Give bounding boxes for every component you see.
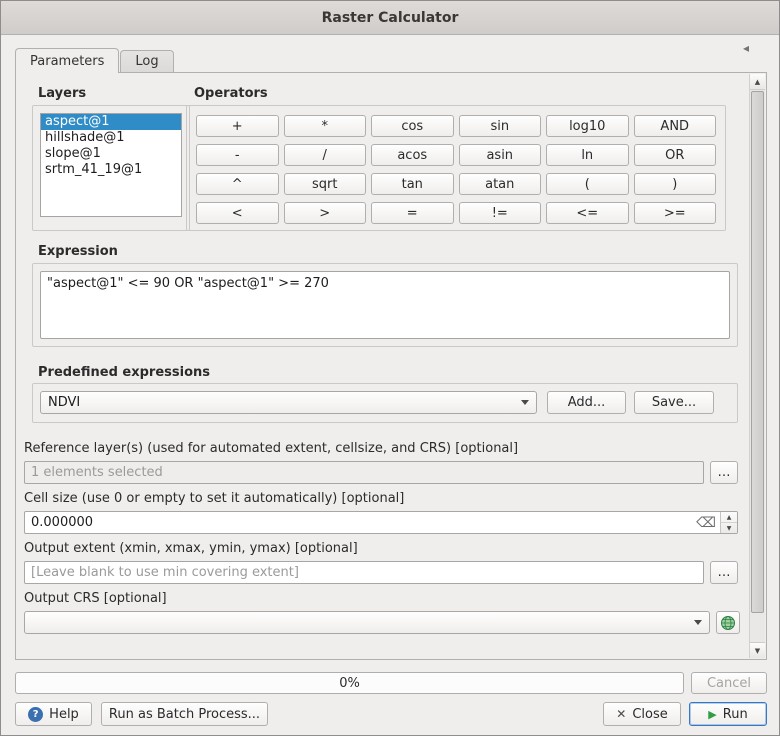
save-expression-label: Save... <box>652 395 696 410</box>
close-label: Close <box>632 707 667 722</box>
spin-down-icon[interactable]: ▼ <box>721 522 737 533</box>
output-extent-browse-button[interactable]: … <box>710 561 738 584</box>
operators-group-label: Operators <box>194 86 268 101</box>
reference-layers-field[interactable]: 1 elements selected <box>24 461 704 484</box>
cancel-label: Cancel <box>707 676 751 691</box>
operator-button-asin[interactable]: asin <box>459 144 542 166</box>
scroll-down-icon[interactable]: ▼ <box>750 642 765 658</box>
tab-scroll-left-icon[interactable]: ◂ <box>743 41 749 55</box>
raster-calculator-dialog: Raster Calculator Parameters Log ◂ Layer… <box>0 0 780 736</box>
layer-item[interactable]: aspect@1 <box>41 114 181 130</box>
ellipsis-icon: … <box>718 565 731 580</box>
operator-button-or[interactable]: OR <box>634 144 717 166</box>
run-button[interactable]: ▶ Run <box>689 702 767 726</box>
layer-item[interactable]: hillshade@1 <box>41 130 181 146</box>
output-crs-combobox[interactable] <box>24 611 710 634</box>
vertical-scrollbar[interactable]: ▲ ▼ <box>749 74 765 658</box>
predefined-group-label: Predefined expressions <box>38 365 210 380</box>
tab-log[interactable]: Log <box>120 50 173 72</box>
crs-globe-icon <box>720 615 736 631</box>
predefined-expressions-combobox[interactable]: NDVI <box>40 391 537 414</box>
titlebar[interactable]: Raster Calculator <box>1 1 779 35</box>
operator-button-power[interactable]: ^ <box>196 173 279 195</box>
operator-button-acos[interactable]: acos <box>371 144 454 166</box>
layers-list[interactable]: aspect@1 hillshade@1 slope@1 srtm_41_19@… <box>40 113 182 217</box>
close-button[interactable]: ✕ Close <box>603 702 681 726</box>
operator-button-less-than[interactable]: < <box>196 202 279 224</box>
window-title: Raster Calculator <box>322 10 459 26</box>
select-crs-button[interactable] <box>716 611 740 634</box>
operator-button-tan[interactable]: tan <box>371 173 454 195</box>
reference-layers-value: 1 elements selected <box>31 465 163 480</box>
add-expression-button[interactable]: Add... <box>547 391 626 414</box>
layer-item[interactable]: slope@1 <box>41 146 181 162</box>
operator-button-atan[interactable]: atan <box>459 173 542 195</box>
chevron-down-icon <box>694 620 702 625</box>
operator-button-minus[interactable]: - <box>196 144 279 166</box>
run-as-batch-process-label: Run as Batch Process... <box>109 707 260 722</box>
tab-parameters[interactable]: Parameters <box>15 48 119 73</box>
operator-button-greater-equal[interactable]: >= <box>634 202 717 224</box>
cell-size-value: 0.000000 <box>31 515 93 530</box>
clear-icon[interactable]: ⌫ <box>692 515 720 531</box>
reference-layers-browse-button[interactable]: … <box>710 461 738 484</box>
operator-button-log10[interactable]: log10 <box>546 115 629 137</box>
help-label: Help <box>49 707 79 722</box>
cancel-button: Cancel <box>691 672 767 694</box>
help-icon: ? <box>28 707 43 722</box>
operator-button-ln[interactable]: ln <box>546 144 629 166</box>
spin-up-icon[interactable]: ▲ <box>721 512 737 522</box>
reference-layers-label: Reference layer(s) (used for automated e… <box>24 441 518 456</box>
operator-button-sqrt[interactable]: sqrt <box>284 173 367 195</box>
chevron-down-icon <box>521 400 529 405</box>
save-expression-button[interactable]: Save... <box>634 391 714 414</box>
progress-value: 0% <box>339 676 360 691</box>
operator-button-and[interactable]: AND <box>634 115 717 137</box>
add-expression-label: Add... <box>568 395 606 410</box>
predefined-selected-value: NDVI <box>48 395 80 410</box>
expression-text: "aspect@1" <= 90 OR "aspect@1" >= 270 <box>41 272 729 295</box>
expression-editor[interactable]: "aspect@1" <= 90 OR "aspect@1" >= 270 <box>40 271 730 339</box>
operator-button-greater-than[interactable]: > <box>284 202 367 224</box>
operator-button-open-paren[interactable]: ( <box>546 173 629 195</box>
tab-parameters-label: Parameters <box>30 54 104 69</box>
operator-button-sin[interactable]: sin <box>459 115 542 137</box>
operator-button-multiply[interactable]: * <box>284 115 367 137</box>
run-icon: ▶ <box>708 708 716 721</box>
layer-item[interactable]: srtm_41_19@1 <box>41 162 181 178</box>
expression-group-label: Expression <box>38 244 118 259</box>
operator-button-equals[interactable]: = <box>371 202 454 224</box>
run-as-batch-process-button[interactable]: Run as Batch Process... <box>101 702 268 726</box>
operator-button-close-paren[interactable]: ) <box>634 173 717 195</box>
run-label: Run <box>723 707 748 722</box>
tabbar: Parameters Log <box>15 48 175 72</box>
tab-log-label: Log <box>135 54 158 69</box>
cell-size-label: Cell size (use 0 or empty to set it auto… <box>24 491 404 506</box>
operator-button-plus[interactable]: + <box>196 115 279 137</box>
output-extent-label: Output extent (xmin, xmax, ymin, ymax) [… <box>24 541 358 556</box>
operator-button-cos[interactable]: cos <box>371 115 454 137</box>
parameters-panel: Layers aspect@1 hillshade@1 slope@1 srtm… <box>15 72 767 660</box>
output-crs-label: Output CRS [optional] <box>24 591 167 606</box>
operator-button-divide[interactable]: / <box>284 144 367 166</box>
cell-size-spinbox[interactable]: 0.000000 ⌫ ▲ ▼ <box>24 511 738 534</box>
output-extent-input[interactable] <box>24 561 704 584</box>
progress-bar: 0% <box>15 672 684 694</box>
scroll-up-icon[interactable]: ▲ <box>750 74 765 90</box>
operator-button-less-equal[interactable]: <= <box>546 202 629 224</box>
operators-grid: + * cos sin log10 AND - / acos asin ln O… <box>196 115 716 224</box>
layers-group-label: Layers <box>38 86 86 101</box>
close-icon: ✕ <box>616 707 626 721</box>
ellipsis-icon: … <box>718 465 731 480</box>
spinner: ▲ ▼ <box>720 512 737 533</box>
help-button[interactable]: ? Help <box>15 702 92 726</box>
scrollbar-handle[interactable] <box>751 91 764 613</box>
operator-button-not-equal[interactable]: != <box>459 202 542 224</box>
